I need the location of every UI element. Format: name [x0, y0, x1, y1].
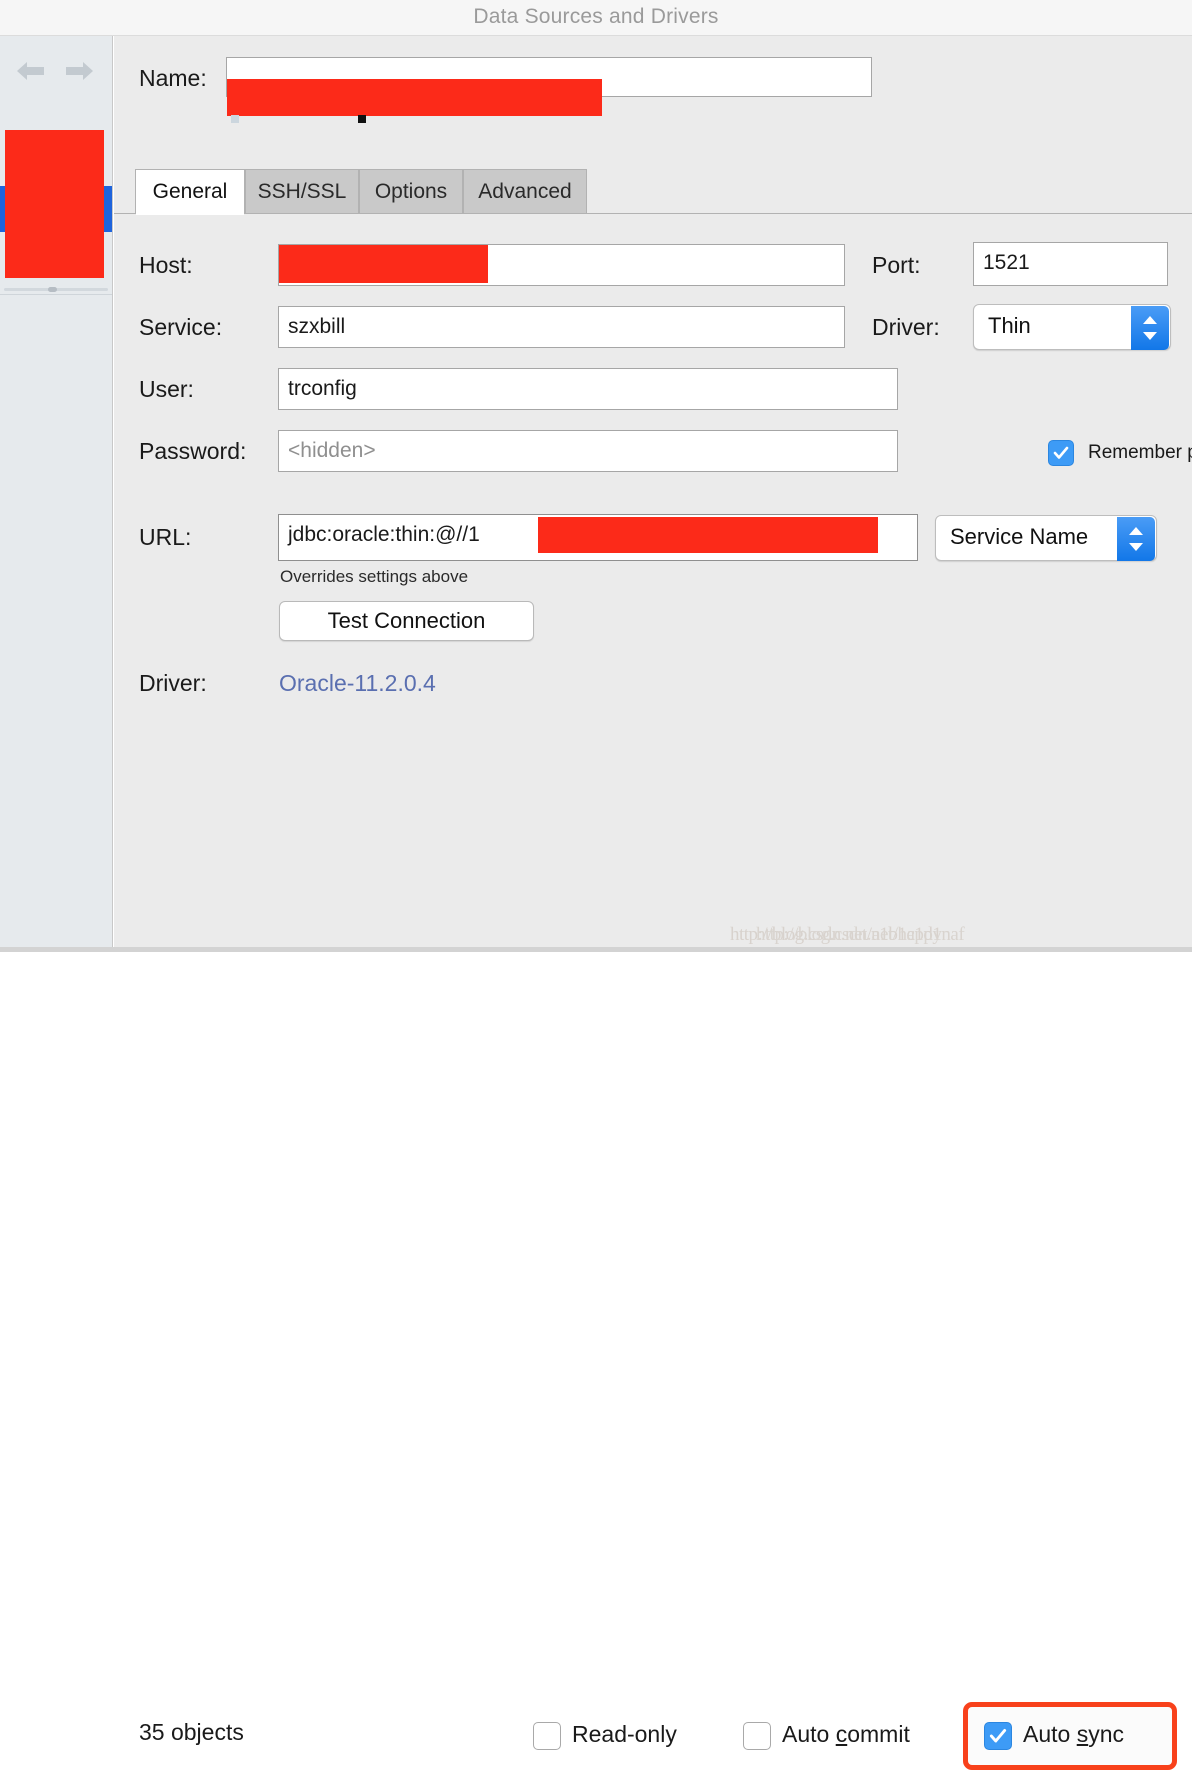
read-only-checkbox[interactable] [533, 1722, 561, 1750]
arrow-left-icon[interactable] [14, 56, 48, 86]
service-input[interactable]: szxbill [278, 306, 845, 348]
data-source-editor-panel: Name: General SSH/SSL Options Advanced H… [114, 36, 1192, 1770]
driver-label: Driver: [872, 314, 940, 340]
password-label: Password: [139, 438, 247, 464]
auto-commit-label-suffix: ommit [847, 1721, 910, 1747]
auto-commit-label: Auto commit [782, 1721, 910, 1748]
remember-password-checkbox[interactable] [1048, 440, 1074, 466]
user-label: User: [139, 376, 194, 402]
host-redaction-overlay [279, 245, 488, 283]
url-type-select[interactable]: Service Name [935, 515, 1157, 561]
remember-password-label: Remember password [1088, 442, 1192, 464]
tab-options[interactable]: Options [359, 169, 463, 214]
password-input[interactable]: <hidden> [278, 430, 898, 472]
chevron-up-down-icon[interactable] [1117, 517, 1155, 561]
settings-tabbar: General SSH/SSL Options Advanced [135, 169, 1185, 214]
sidebar-scrollbar-thumb[interactable] [48, 287, 57, 292]
driver-info-link[interactable]: Oracle-11.2.0.4 [279, 670, 436, 697]
data-sources-sidebar [0, 36, 113, 952]
overrides-settings-note: Overrides settings above [280, 567, 469, 586]
page-watermark: http://blog.csdn.net/a1b1c1d1 http://blo… [730, 924, 1078, 948]
driver-select-value: Thin [988, 313, 1031, 338]
name-field-handle-left [231, 115, 239, 123]
port-input[interactable]: 1521 [973, 242, 1168, 286]
driver-select[interactable]: Thin [973, 304, 1171, 350]
url-type-select-value: Service Name [950, 524, 1089, 549]
sidebar-redaction-overlay [5, 130, 104, 278]
auto-sync-label-mnemonic: s [1076, 1721, 1089, 1747]
read-only-label: Read-only [572, 1721, 677, 1747]
window-titlebar: Data Sources and Drivers [0, 0, 1192, 36]
checkmark-icon [989, 1729, 1007, 1743]
window-title: Data Sources and Drivers [473, 5, 719, 28]
sidebar-nav-row [0, 50, 112, 94]
test-connection-button[interactable]: Test Connection [279, 601, 534, 641]
auto-sync-checkbox[interactable] [984, 1722, 1012, 1750]
auto-sync-label-suffix: ync [1088, 1721, 1125, 1747]
auto-sync-label: Auto sync [1023, 1721, 1124, 1748]
name-row: Name: [114, 55, 1192, 123]
port-label: Port: [872, 252, 921, 278]
tab-advanced[interactable]: Advanced [463, 169, 587, 214]
auto-sync-label-prefix: Auto [1023, 1721, 1077, 1747]
name-redaction-overlay [227, 79, 602, 116]
url-redaction-overlay [538, 517, 878, 553]
auto-commit-checkbox[interactable] [743, 1722, 771, 1750]
chevron-up-down-icon[interactable] [1131, 306, 1169, 350]
host-label: Host: [139, 252, 193, 278]
name-label: Name: [139, 65, 207, 91]
service-label: Service: [139, 314, 223, 340]
remember-password-label-mnemonic: p [1187, 442, 1192, 463]
bottom-rule [0, 947, 1192, 952]
active-tab-joiner [136, 213, 244, 215]
watermark-text-b: http://blog.csdn.net/happynaf [756, 924, 965, 945]
driver-info-label: Driver: [139, 670, 207, 696]
auto-commit-label-prefix: Auto [782, 1721, 836, 1747]
arrow-right-icon[interactable] [62, 56, 96, 86]
tab-general[interactable]: General [135, 169, 245, 214]
name-field-handle [358, 115, 366, 123]
objects-count-label: 35 objects [139, 1719, 244, 1745]
user-input[interactable]: trconfig [278, 368, 898, 410]
url-label: URL: [139, 524, 192, 550]
auto-commit-label-mnemonic: c [835, 1721, 848, 1747]
remember-password-label-prefix: Remember [1088, 442, 1188, 463]
tab-ssh-ssl[interactable]: SSH/SSL [245, 169, 359, 214]
sidebar-divider [0, 294, 112, 295]
checkmark-icon [1053, 446, 1069, 459]
